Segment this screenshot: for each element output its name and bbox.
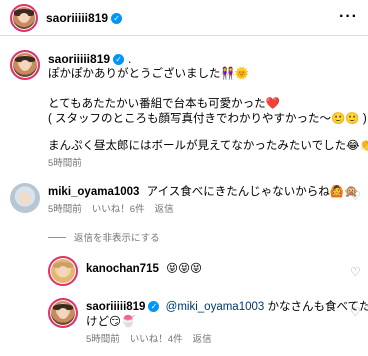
post-author-avatar[interactable] bbox=[10, 4, 38, 32]
verified-badge-icon: ✓ bbox=[148, 301, 160, 312]
comment-1-username[interactable]: miki_oyama1003 bbox=[48, 186, 139, 198]
reply-2-time: 5時間前 bbox=[86, 334, 120, 345]
reply-2-likes[interactable]: いいね！4件 bbox=[130, 334, 183, 345]
caption-line-6: まんぷく昼太郎にはボールが見えてなかったみたいでした😂👏 bbox=[48, 140, 368, 152]
reply-2-reply-button[interactable]: 返信 bbox=[193, 334, 212, 345]
caption-line-4: ( スタッフのところも顔写真付きでわかりやすかった〜🙂🙂 ) bbox=[48, 113, 367, 125]
post-header: saoriiiii819 ✓ ··· bbox=[0, 0, 368, 36]
comment-1-meta: 5時間前 いいね！6件 返信 bbox=[48, 204, 184, 216]
reply-2-username[interactable]: saoriiiii819 bbox=[86, 301, 145, 313]
caption-suffix: . bbox=[128, 52, 132, 66]
caption-time: 5時間前 bbox=[48, 158, 82, 169]
heart-icon[interactable]: ♡ bbox=[350, 266, 362, 278]
reply-avatar-saori[interactable] bbox=[48, 298, 78, 328]
comment-1-time: 5時間前 bbox=[48, 204, 82, 215]
reply-2-meta: 5時間前 いいね！4件 返信 bbox=[86, 334, 222, 346]
post-author-username[interactable]: saoriiiii819 ✓ bbox=[46, 10, 123, 26]
heart-icon[interactable]: ♡ bbox=[350, 306, 362, 318]
caption-username[interactable]: saoriiiii819 ✓. bbox=[48, 51, 131, 67]
heart-icon[interactable]: ♡ bbox=[350, 190, 362, 202]
reply-2-text-line2: けど😏🍧 bbox=[86, 316, 136, 328]
comment-1-body: miki_oyama1003 アイス食べにきたんじゃないからね🙆🙊 bbox=[48, 185, 358, 200]
reply-2-mention[interactable]: @miki_oyama1003 bbox=[166, 301, 265, 313]
reply-1-username[interactable]: kanochan715 bbox=[86, 263, 159, 275]
reply-1-body: kanochan715 😝😝😝 bbox=[86, 262, 202, 277]
caption-line-3: とてもあたたかい番組で台本も可愛かった❤️ bbox=[48, 98, 280, 110]
verified-badge-icon: ✓ bbox=[113, 54, 125, 65]
reply-avatar-kanochan[interactable] bbox=[48, 256, 78, 286]
hide-replies-label[interactable]: 返信を非表示にする bbox=[74, 233, 160, 244]
comment-1-reply-button[interactable]: 返信 bbox=[155, 204, 174, 215]
caption-username-text[interactable]: saoriiiii819 bbox=[48, 52, 110, 66]
hide-replies-button[interactable]: 返信を非表示にする bbox=[48, 230, 160, 244]
comment-1-likes[interactable]: いいね！6件 bbox=[92, 204, 145, 215]
reply-2-body: saoriiiii819 ✓ @miki_oyama1003 かなさんも食べてた bbox=[86, 300, 368, 315]
caption-line-1: ぽかぽかありがとうございました👭🌞 bbox=[48, 68, 250, 80]
comment-avatar-miki[interactable] bbox=[10, 183, 40, 213]
more-horizontal-icon[interactable]: ··· bbox=[339, 8, 358, 26]
caption-author-avatar[interactable] bbox=[10, 50, 40, 80]
username-text[interactable]: saoriiiii819 bbox=[46, 11, 108, 25]
comment-1-text: アイス食べにきたんじゃないからね🙆🙊 bbox=[146, 186, 359, 198]
verified-badge-icon: ✓ bbox=[111, 13, 123, 24]
divider-line bbox=[48, 237, 66, 238]
reply-1-text: 😝😝😝 bbox=[166, 263, 203, 275]
